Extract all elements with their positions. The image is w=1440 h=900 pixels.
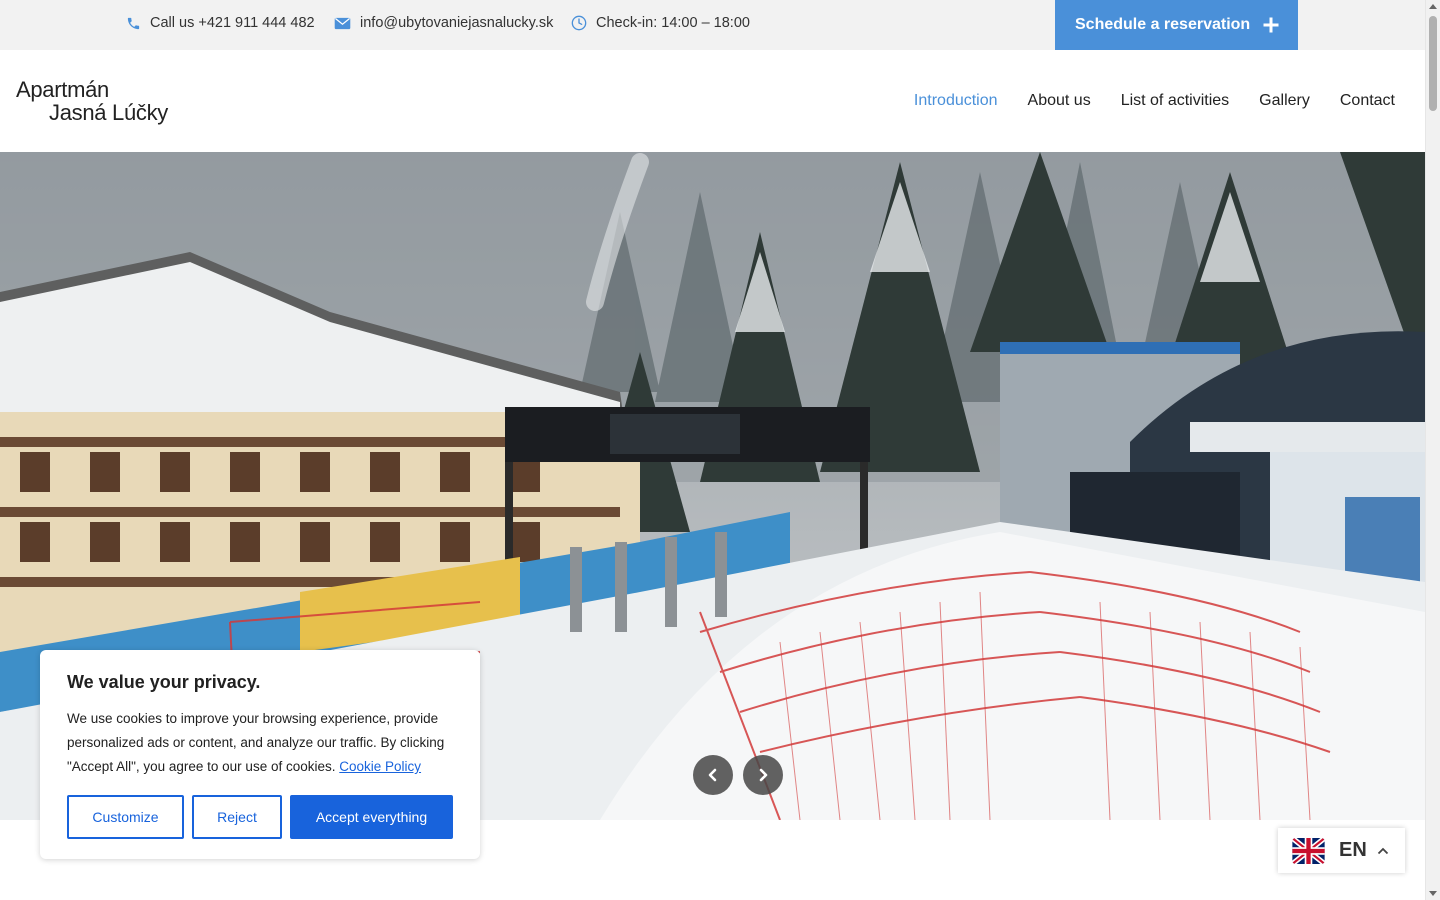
cookie-reject-button[interactable]: Reject: [192, 795, 282, 839]
uk-flag-icon: [1292, 837, 1325, 864]
nav-item-gallery[interactable]: Gallery: [1259, 92, 1310, 110]
cookie-policy-link[interactable]: Cookie Policy: [339, 759, 421, 774]
chevron-right-icon: [759, 768, 768, 782]
language-code: EN: [1339, 839, 1367, 861]
scroll-up-arrow[interactable]: [1429, 4, 1437, 9]
checkin-info: Check-in: 14:00 – 18:00: [571, 0, 750, 46]
cookie-buttons: Customize Reject Accept everything: [67, 795, 453, 839]
clock-icon: [571, 15, 587, 31]
email-contact[interactable]: info@ubytovaniejasnalucky.sk: [334, 0, 553, 46]
cookie-customize-button[interactable]: Customize: [67, 795, 184, 839]
chevron-left-icon: [708, 768, 717, 782]
nav-item-introduction[interactable]: Introduction: [914, 92, 998, 110]
nav-item-about-us[interactable]: About us: [1028, 92, 1091, 110]
language-switcher[interactable]: EN: [1278, 828, 1405, 873]
page-scrollbar[interactable]: [1425, 0, 1440, 900]
checkin-text: Check-in: 14:00 – 18:00: [596, 15, 750, 31]
scroll-down-arrow[interactable]: [1429, 891, 1437, 896]
site-logo[interactable]: Apartmán Jasná Lúčky: [16, 77, 196, 129]
plus-icon: [1263, 17, 1279, 33]
top-info-bar: Call us +421 911 444 482 info@ubytovanie…: [0, 0, 1425, 50]
nav-item-contact[interactable]: Contact: [1340, 92, 1395, 110]
cookie-consent-banner: We value your privacy. We use cookies to…: [40, 650, 480, 859]
logo-line-2: Jasná Lúčky: [49, 100, 168, 125]
scroll-thumb[interactable]: [1429, 16, 1437, 111]
site-header: Apartmán Jasná Lúčky Introduction About …: [0, 50, 1425, 152]
main-nav: Introduction About us List of activities…: [914, 50, 1395, 152]
phone-contact[interactable]: Call us +421 911 444 482: [126, 0, 315, 46]
cookie-title: We value your privacy.: [67, 672, 261, 692]
cookie-accept-button[interactable]: Accept everything: [290, 795, 453, 839]
cookie-text: We use cookies to improve your browsing …: [67, 707, 453, 779]
nav-item-activities[interactable]: List of activities: [1121, 92, 1229, 110]
schedule-reservation-button[interactable]: Schedule a reservation: [1055, 0, 1298, 50]
reserve-label: Schedule a reservation: [1075, 16, 1251, 33]
chevron-up-icon: [1377, 847, 1388, 854]
slider-prev-button[interactable]: [693, 755, 733, 795]
email-text: info@ubytovaniejasnalucky.sk: [360, 15, 554, 31]
phone-icon: [127, 17, 140, 29]
phone-text: Call us +421 911 444 482: [150, 15, 315, 31]
envelope-icon: [334, 17, 351, 29]
slider-next-button[interactable]: [743, 755, 783, 795]
